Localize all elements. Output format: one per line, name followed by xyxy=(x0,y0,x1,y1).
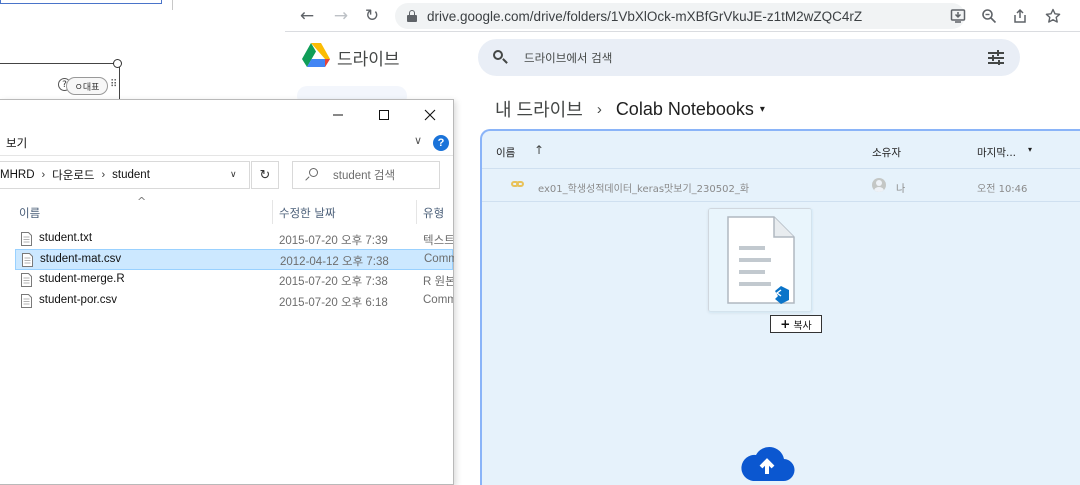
column-divider[interactable] xyxy=(272,200,273,224)
search-input[interactable]: student 검색 xyxy=(292,161,440,189)
upload-cloud-icon xyxy=(741,446,795,482)
address-row: MHRD › 다운로드 › student ∨ ↻ student 검색 xyxy=(0,159,453,191)
colab-link-icon xyxy=(511,179,525,189)
breadcrumb-item[interactable]: MHRD xyxy=(0,169,35,181)
list-item[interactable]: student-por.csv 2015-07-20 오후 6:18 Comma xyxy=(15,291,453,312)
list-item-selected[interactable]: student-mat.csv 2012-04-12 오후 7:38 Comma xyxy=(15,249,454,270)
search-icon[interactable] xyxy=(492,49,510,67)
ribbon-tab-view[interactable]: 보기 xyxy=(6,135,27,151)
file-owner: 나 xyxy=(896,184,906,195)
url-text: drive.google.com/drive/folders/1VbXlOck-… xyxy=(427,8,863,24)
chevron-down-icon[interactable]: ∨ xyxy=(230,169,237,180)
file-name: ex01_학생성적데이터_keras맛보기_230502_화 xyxy=(538,184,750,195)
divider xyxy=(172,0,173,10)
column-name[interactable]: 이름 xyxy=(19,205,40,221)
address-bar[interactable]: drive.google.com/drive/folders/1VbXlOck-… xyxy=(395,3,965,29)
column-date-modified[interactable]: 수정한 날짜 xyxy=(279,205,336,221)
r-file-icon xyxy=(21,273,32,287)
breadcrumb: 내 드라이브 › Colab Notebooks ▾ xyxy=(495,96,765,122)
help-icon[interactable]: ? xyxy=(433,135,449,151)
text-file-icon xyxy=(21,232,32,246)
column-name[interactable]: 이름 xyxy=(496,145,515,160)
ribbon-bar: 보기 ∨ ? xyxy=(0,130,453,156)
minimize-button[interactable] xyxy=(315,100,361,130)
resize-handle[interactable] xyxy=(113,59,122,68)
breadcrumb-my-drive[interactable]: 내 드라이브 xyxy=(495,96,583,122)
breadcrumb-separator[interactable]: › xyxy=(42,169,46,181)
shape-chip[interactable]: ㅇ대표 xyxy=(66,77,108,95)
maximize-button[interactable] xyxy=(361,100,407,130)
lock-icon[interactable] xyxy=(407,10,417,22)
zoom-icon[interactable] xyxy=(978,5,1000,27)
text-field-outline[interactable] xyxy=(0,0,162,4)
copy-label: 복사 xyxy=(793,320,812,332)
breadcrumb-item[interactable]: student xyxy=(112,169,150,181)
sort-arrow-icon[interactable]: ↑ xyxy=(534,143,544,157)
csv-file-icon xyxy=(21,294,32,308)
install-icon[interactable] xyxy=(947,5,969,27)
table-row[interactable]: ex01_학생성적데이터_keras맛보기_230502_화 나 오전 10:4… xyxy=(482,169,1080,202)
breadcrumb-current-folder[interactable]: Colab Notebooks xyxy=(616,99,754,120)
explorer-titlebar[interactable] xyxy=(0,100,453,130)
column-divider[interactable] xyxy=(416,200,417,224)
reload-button[interactable]: ↻ xyxy=(360,4,384,28)
avatar xyxy=(872,178,886,192)
list-item[interactable]: student.txt 2015-07-20 오후 7:39 텍스트 xyxy=(15,229,453,250)
drive-app-name: 드라이브 xyxy=(337,50,400,69)
grip-icon[interactable]: ⠿ xyxy=(110,79,117,90)
file-modified: 오전 10:46 xyxy=(977,184,1028,195)
sort-indicator-icon: ^ xyxy=(137,195,147,208)
breadcrumb-separator[interactable]: › xyxy=(102,169,106,181)
drag-preview xyxy=(708,208,813,313)
breadcrumb-separator: › xyxy=(596,100,602,118)
chevron-down-icon[interactable]: ▾ xyxy=(760,104,765,115)
list-item[interactable]: student-merge.R 2015-07-20 오후 7:38 R 원본 xyxy=(15,270,453,291)
document-icon xyxy=(727,216,795,304)
column-owner[interactable]: 소유자 xyxy=(872,145,901,160)
drive-header: 드라이브 드라이브에서 검색 xyxy=(285,33,1080,83)
back-button[interactable]: ← xyxy=(295,4,319,28)
file-explorer-window: 보기 ∨ ? MHRD › 다운로드 › student ∨ ↻ student… xyxy=(0,99,454,485)
column-last-modified[interactable]: 마지막... xyxy=(977,145,1016,160)
chevron-down-icon[interactable]: ▾ xyxy=(1028,145,1032,154)
copy-tooltip: + 복사 xyxy=(770,315,822,333)
plus-icon: + xyxy=(780,317,791,331)
chevron-down-icon[interactable]: ∨ xyxy=(414,134,422,147)
browser-toolbar: ← → ↻ drive.google.com/drive/folders/1Vb… xyxy=(285,0,1080,32)
drive-search-input[interactable]: 드라이브에서 검색 xyxy=(478,39,1020,76)
column-header-row: ^ 이름 수정한 날짜 유형 xyxy=(0,195,453,224)
close-button[interactable] xyxy=(407,100,453,130)
drop-zone[interactable]: 이름 ↑ 소유자 마지막... ▾ ex01_학생성적데이터_keras맛보기_… xyxy=(480,129,1080,485)
address-bar[interactable]: MHRD › 다운로드 › student ∨ xyxy=(0,161,250,189)
search-placeholder: student 검색 xyxy=(333,170,396,182)
search-options-icon[interactable] xyxy=(988,49,1004,65)
csv-file-icon xyxy=(22,253,33,267)
file-list-header: 이름 ↑ 소유자 마지막... ▾ xyxy=(482,131,1080,169)
column-type[interactable]: 유형 xyxy=(423,205,444,221)
refresh-button[interactable]: ↻ xyxy=(251,161,279,189)
google-drive-logo-icon[interactable] xyxy=(302,42,330,68)
forward-button[interactable]: → xyxy=(329,4,353,28)
search-placeholder: 드라이브에서 검색 xyxy=(524,50,613,65)
breadcrumb-item[interactable]: 다운로드 xyxy=(52,167,94,183)
share-icon[interactable] xyxy=(1009,5,1031,27)
bookmark-star-icon[interactable] xyxy=(1042,5,1064,27)
search-icon xyxy=(305,168,319,182)
